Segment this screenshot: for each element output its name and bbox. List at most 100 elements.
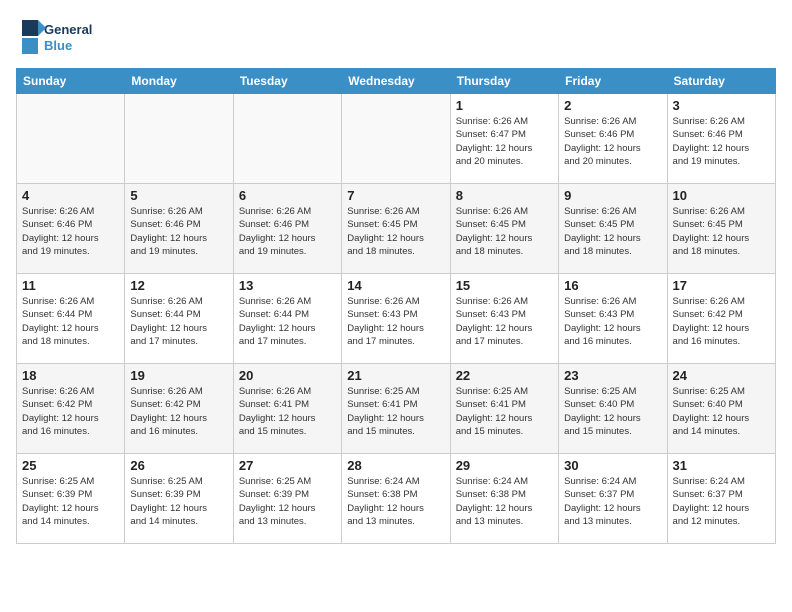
day-number: 23 — [564, 368, 661, 383]
day-number: 9 — [564, 188, 661, 203]
calendar-cell: 16 Sunrise: 6:26 AM Sunset: 6:43 PM Dayli… — [559, 274, 667, 364]
day-detail: Sunrise: 6:26 AM Sunset: 6:47 PM Dayligh… — [456, 115, 553, 168]
calendar-cell: 12 Sunrise: 6:26 AM Sunset: 6:44 PM Dayli… — [125, 274, 233, 364]
calendar-cell: 20 Sunrise: 6:26 AM Sunset: 6:41 PM Dayli… — [233, 364, 341, 454]
day-number: 13 — [239, 278, 336, 293]
day-detail: Sunrise: 6:26 AM Sunset: 6:42 PM Dayligh… — [22, 385, 119, 438]
calendar-cell: 1 Sunrise: 6:26 AM Sunset: 6:47 PM Daylig… — [450, 94, 558, 184]
col-header-saturday: Saturday — [667, 69, 775, 94]
col-header-monday: Monday — [125, 69, 233, 94]
calendar-cell: 8 Sunrise: 6:26 AM Sunset: 6:45 PM Daylig… — [450, 184, 558, 274]
calendar-cell — [342, 94, 450, 184]
day-detail: Sunrise: 6:26 AM Sunset: 6:46 PM Dayligh… — [239, 205, 336, 258]
calendar-cell — [125, 94, 233, 184]
day-number: 21 — [347, 368, 444, 383]
day-detail: Sunrise: 6:25 AM Sunset: 6:40 PM Dayligh… — [673, 385, 770, 438]
day-number: 16 — [564, 278, 661, 293]
calendar-cell — [233, 94, 341, 184]
calendar-cell: 31Sunrise: 6:24 AM Sunset: 6:37 PM Dayli… — [667, 454, 775, 544]
page-header: General Blue — [16, 16, 776, 60]
day-number: 20 — [239, 368, 336, 383]
day-detail: Sunrise: 6:26 AM Sunset: 6:44 PM Dayligh… — [130, 295, 227, 348]
day-number: 7 — [347, 188, 444, 203]
day-detail: Sunrise: 6:26 AM Sunset: 6:45 PM Dayligh… — [347, 205, 444, 258]
day-detail: Sunrise: 6:26 AM Sunset: 6:44 PM Dayligh… — [22, 295, 119, 348]
logo-text: General Blue — [16, 16, 106, 60]
calendar-cell — [17, 94, 125, 184]
col-header-tuesday: Tuesday — [233, 69, 341, 94]
day-number: 12 — [130, 278, 227, 293]
calendar-cell: 13 Sunrise: 6:26 AM Sunset: 6:44 PM Dayli… — [233, 274, 341, 364]
day-number: 1 — [456, 98, 553, 113]
day-number: 31 — [673, 458, 770, 473]
day-detail: Sunrise: 6:24 AM Sunset: 6:38 PM Dayligh… — [347, 475, 444, 528]
day-number: 2 — [564, 98, 661, 113]
calendar-cell: 14 Sunrise: 6:26 AM Sunset: 6:43 PM Dayli… — [342, 274, 450, 364]
calendar-cell: 25Sunrise: 6:25 AM Sunset: 6:39 PM Dayli… — [17, 454, 125, 544]
day-number: 3 — [673, 98, 770, 113]
day-number: 25 — [22, 458, 119, 473]
col-header-friday: Friday — [559, 69, 667, 94]
day-detail: Sunrise: 6:25 AM Sunset: 6:39 PM Dayligh… — [239, 475, 336, 528]
day-detail: Sunrise: 6:26 AM Sunset: 6:42 PM Dayligh… — [673, 295, 770, 348]
day-number: 24 — [673, 368, 770, 383]
day-number: 5 — [130, 188, 227, 203]
day-number: 8 — [456, 188, 553, 203]
day-number: 27 — [239, 458, 336, 473]
calendar-cell: 7 Sunrise: 6:26 AM Sunset: 6:45 PM Daylig… — [342, 184, 450, 274]
day-detail: Sunrise: 6:26 AM Sunset: 6:43 PM Dayligh… — [564, 295, 661, 348]
day-number: 19 — [130, 368, 227, 383]
day-detail: Sunrise: 6:25 AM Sunset: 6:40 PM Dayligh… — [564, 385, 661, 438]
calendar-cell: 4Sunrise: 6:26 AM Sunset: 6:46 PM Daylig… — [17, 184, 125, 274]
logo: General Blue — [16, 16, 106, 60]
day-number: 17 — [673, 278, 770, 293]
calendar-cell: 10 Sunrise: 6:26 AM Sunset: 6:45 PM Dayli… — [667, 184, 775, 274]
calendar-cell: 17 Sunrise: 6:26 AM Sunset: 6:42 PM Dayli… — [667, 274, 775, 364]
calendar-cell: 15 Sunrise: 6:26 AM Sunset: 6:43 PM Dayli… — [450, 274, 558, 364]
calendar-cell: 9Sunrise: 6:26 AM Sunset: 6:45 PM Daylig… — [559, 184, 667, 274]
day-detail: Sunrise: 6:26 AM Sunset: 6:46 PM Dayligh… — [564, 115, 661, 168]
day-detail: Sunrise: 6:25 AM Sunset: 6:39 PM Dayligh… — [130, 475, 227, 528]
day-number: 6 — [239, 188, 336, 203]
day-detail: Sunrise: 6:26 AM Sunset: 6:45 PM Dayligh… — [456, 205, 553, 258]
day-detail: Sunrise: 6:24 AM Sunset: 6:38 PM Dayligh… — [456, 475, 553, 528]
col-header-thursday: Thursday — [450, 69, 558, 94]
week-row-4: 18 Sunrise: 6:26 AM Sunset: 6:42 PM Dayli… — [17, 364, 776, 454]
calendar-header-row: SundayMondayTuesdayWednesdayThursdayFrid… — [17, 69, 776, 94]
calendar-cell: 30 Sunrise: 6:24 AM Sunset: 6:37 PM Dayli… — [559, 454, 667, 544]
day-number: 10 — [673, 188, 770, 203]
calendar-cell: 3 Sunrise: 6:26 AM Sunset: 6:46 PM Daylig… — [667, 94, 775, 184]
week-row-2: 4 Sunrise: 6:26 AM Sunset: 6:46 PM Daylig… — [17, 184, 776, 274]
day-detail: Sunrise: 6:26 AM Sunset: 6:43 PM Dayligh… — [456, 295, 553, 348]
day-detail: Sunrise: 6:26 AM Sunset: 6:41 PM Dayligh… — [239, 385, 336, 438]
day-number: 30 — [564, 458, 661, 473]
day-number: 14 — [347, 278, 444, 293]
logo-svg: General Blue — [16, 16, 106, 60]
day-number: 18 — [22, 368, 119, 383]
day-detail: Sunrise: 6:26 AM Sunset: 6:44 PM Dayligh… — [239, 295, 336, 348]
calendar-cell: 5 Sunrise: 6:26 AM Sunset: 6:46 PM Daylig… — [125, 184, 233, 274]
calendar-cell: 23 Sunrise: 6:25 AM Sunset: 6:40 PM Dayli… — [559, 364, 667, 454]
day-detail: Sunrise: 6:26 AM Sunset: 6:46 PM Dayligh… — [130, 205, 227, 258]
day-detail: Sunrise: 6:25 AM Sunset: 6:41 PM Dayligh… — [347, 385, 444, 438]
day-number: 22 — [456, 368, 553, 383]
col-header-sunday: Sunday — [17, 69, 125, 94]
calendar-cell: 21 Sunrise: 6:25 AM Sunset: 6:41 PM Dayli… — [342, 364, 450, 454]
calendar-cell: 2 Sunrise: 6:26 AM Sunset: 6:46 PM Daylig… — [559, 94, 667, 184]
day-detail: Sunrise: 6:26 AM Sunset: 6:46 PM Dayligh… — [673, 115, 770, 168]
calendar-cell: 18 Sunrise: 6:26 AM Sunset: 6:42 PM Dayli… — [17, 364, 125, 454]
week-row-1: 1 Sunrise: 6:26 AM Sunset: 6:47 PM Daylig… — [17, 94, 776, 184]
col-header-wednesday: Wednesday — [342, 69, 450, 94]
day-detail: Sunrise: 6:26 AM Sunset: 6:45 PM Dayligh… — [673, 205, 770, 258]
calendar-cell: 22Sunrise: 6:25 AM Sunset: 6:41 PM Dayli… — [450, 364, 558, 454]
calendar-cell: 29Sunrise: 6:24 AM Sunset: 6:38 PM Dayli… — [450, 454, 558, 544]
day-detail: Sunrise: 6:24 AM Sunset: 6:37 PM Dayligh… — [564, 475, 661, 528]
day-number: 11 — [22, 278, 119, 293]
calendar-cell: 6 Sunrise: 6:26 AM Sunset: 6:46 PM Daylig… — [233, 184, 341, 274]
week-row-5: 25 Sunrise: 6:25 AM Sunset: 6:39 PM Dayli… — [17, 454, 776, 544]
day-detail: Sunrise: 6:26 AM Sunset: 6:43 PM Dayligh… — [347, 295, 444, 348]
day-number: 15 — [456, 278, 553, 293]
calendar-cell: 19Sunrise: 6:26 AM Sunset: 6:42 PM Dayli… — [125, 364, 233, 454]
day-number: 26 — [130, 458, 227, 473]
day-number: 4 — [22, 188, 119, 203]
